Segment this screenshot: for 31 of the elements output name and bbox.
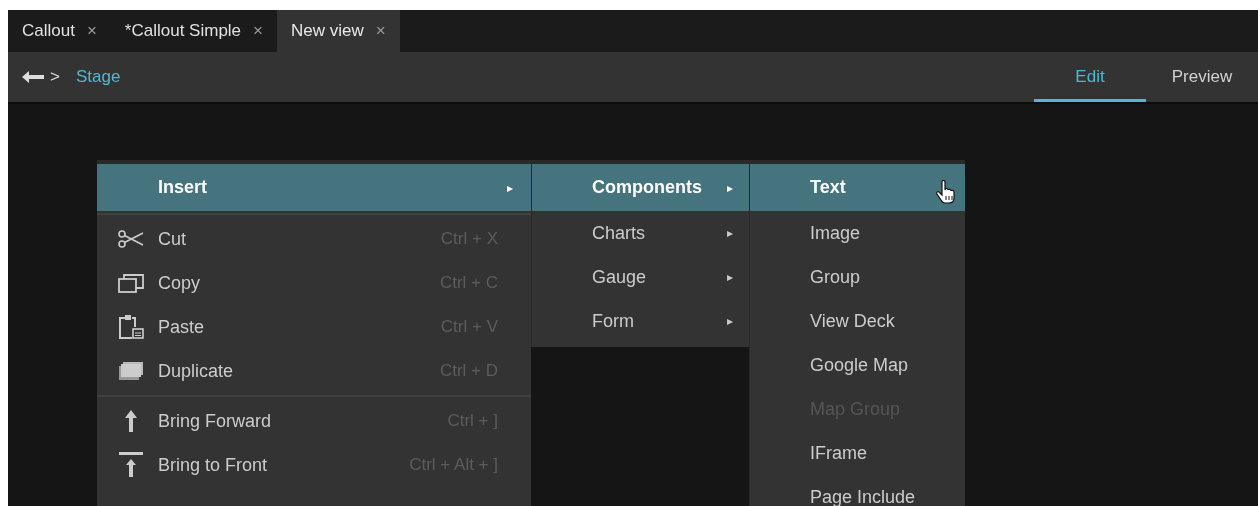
submenu-arrow-icon: ▸ [727,268,733,286]
menu-item[interactable]: Group [750,255,965,299]
menu-item[interactable]: Insert ▸ [97,164,531,211]
breadcrumb-separator: > [50,66,60,89]
breadcrumb-link[interactable]: Stage [75,64,121,90]
scissors-icon [118,230,144,248]
close-icon[interactable]: × [253,18,264,44]
close-icon[interactable]: × [86,18,97,44]
arrow-to-top-icon [118,452,144,478]
back-arrow-icon[interactable] [22,71,44,83]
mode-tab[interactable]: Preview [1146,52,1258,102]
menu-item[interactable]: Form ▸ [532,299,749,343]
submenu-arrow-icon: ▸ [727,224,733,242]
stacked-windows-icon [118,361,144,381]
submenu-arrow-icon: ▸ [507,178,513,197]
menu-item[interactable]: Page Include [750,475,965,506]
menu-item[interactable]: Gauge ▸ [532,255,749,299]
submenu-arrow-icon: ▸ [727,312,733,330]
menu-item[interactable]: IFrame [750,431,965,475]
menu-item[interactable]: Google Map [750,343,965,387]
menu-item[interactable]: View Deck [750,299,965,343]
menu-item[interactable]: Text [750,164,965,211]
close-icon[interactable]: × [375,18,386,44]
hand-cursor-icon [936,180,956,204]
menu-item[interactable]: Components ▸ [532,164,749,211]
tab[interactable]: New view × [277,10,400,52]
clipboard-icon [118,315,144,339]
menu-item[interactable]: Image [750,211,965,255]
copy-icon [118,273,144,293]
menu-item[interactable]: Charts ▸ [532,211,749,255]
submenu-arrow-icon: ▸ [727,178,733,197]
